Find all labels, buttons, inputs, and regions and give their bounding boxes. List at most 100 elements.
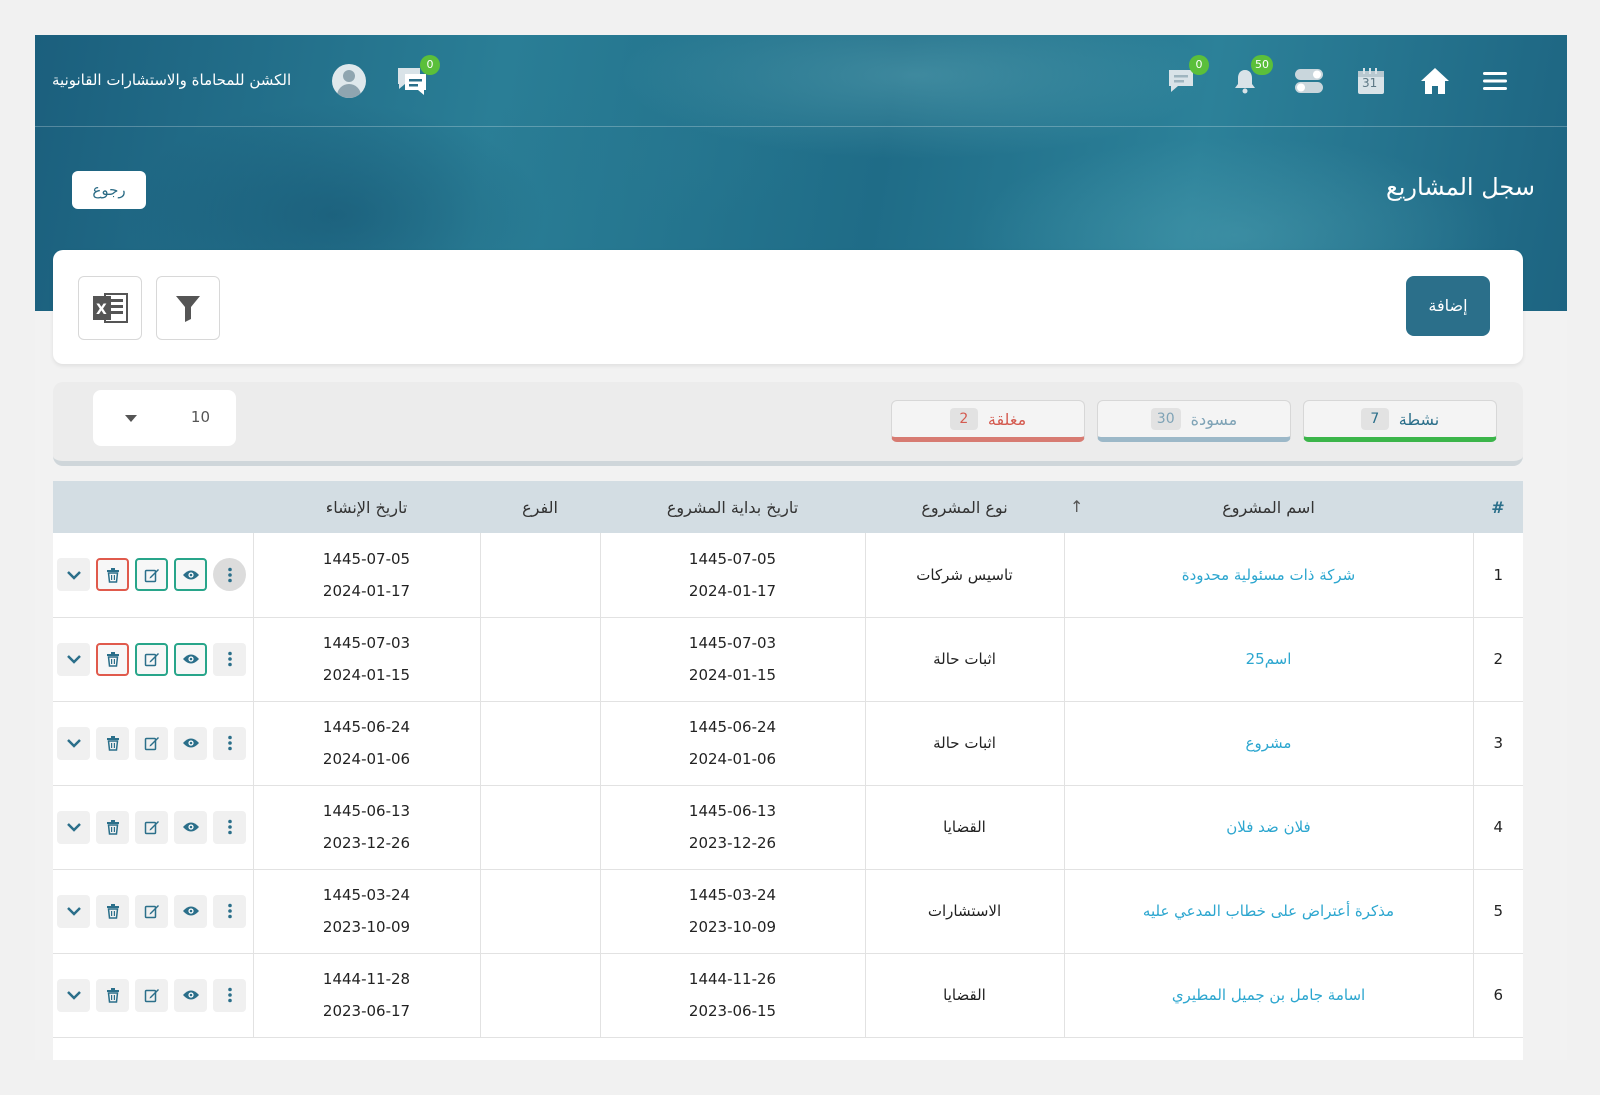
edit-button[interactable] xyxy=(135,558,168,592)
more-options-button[interactable] xyxy=(213,894,246,928)
view-button[interactable] xyxy=(174,810,207,844)
delete-button[interactable] xyxy=(96,642,129,676)
row-actions xyxy=(53,953,253,1037)
excel-export-button[interactable]: X xyxy=(78,276,142,340)
more-options-button[interactable] xyxy=(213,978,246,1012)
project-name-link[interactable]: مشروع xyxy=(1063,701,1473,785)
edit-button[interactable] xyxy=(135,726,168,760)
expand-row-button[interactable] xyxy=(57,978,90,1012)
tab-active[interactable]: نشطة 7 xyxy=(1303,400,1497,442)
col-created-date[interactable]: تاريخ الإنشاء xyxy=(253,481,480,533)
expand-row-button[interactable] xyxy=(57,810,90,844)
col-project-type[interactable]: نوع المشروع xyxy=(865,481,1064,533)
more-options-button[interactable] xyxy=(213,726,246,760)
row-actions xyxy=(53,785,253,869)
expand-row-button[interactable] xyxy=(57,726,90,760)
more-options-button[interactable] xyxy=(213,558,246,592)
trash-icon xyxy=(106,567,119,583)
project-type: الاستشارات xyxy=(864,869,1064,953)
projects-table: # اسم المشروع ↑ نوع المشروع تاريخ بداية … xyxy=(53,481,1523,1060)
branch xyxy=(479,533,600,617)
edit-icon xyxy=(144,821,159,835)
calendar-icon[interactable]: 31 xyxy=(1351,61,1391,101)
edit-button[interactable] xyxy=(135,978,168,1012)
table-row[interactable]: 3 مشروع اثبات حالة 1445-06-24 2024-01-06 … xyxy=(53,701,1523,785)
page-size-select[interactable]: 10 xyxy=(93,390,236,446)
svg-text:X: X xyxy=(96,302,107,318)
row-index: 6 xyxy=(1472,953,1523,1037)
row-actions xyxy=(53,617,253,701)
created-date-gregorian: 2024-01-15 xyxy=(322,666,411,684)
back-button[interactable]: رجوع xyxy=(72,171,146,209)
table-header-row: # اسم المشروع ↑ نوع المشروع تاريخ بداية … xyxy=(53,481,1523,533)
table-row[interactable]: 6 اسامة جامل بن جميل المطيري القضايا 144… xyxy=(53,953,1523,1037)
view-button[interactable] xyxy=(174,726,207,760)
created-date: 1445-06-24 2024-01-06 xyxy=(252,701,480,785)
view-button[interactable] xyxy=(174,978,207,1012)
expand-row-button[interactable] xyxy=(57,642,90,676)
project-name-link[interactable]: اسم25 xyxy=(1063,617,1473,701)
messages-icon[interactable]: 0 xyxy=(1161,55,1209,101)
eye-icon xyxy=(182,570,199,580)
project-name-link[interactable]: فلان ضد فلان xyxy=(1063,785,1473,869)
tab-closed-label: مغلقة xyxy=(987,409,1027,429)
created-date-gregorian: 2024-01-17 xyxy=(322,581,411,600)
start-date-gregorian: 2024-01-06 xyxy=(688,750,777,768)
more-options-button[interactable] xyxy=(213,810,246,844)
expand-row-button[interactable] xyxy=(57,894,90,928)
created-date-hijri: 1445-07-05 xyxy=(322,549,411,568)
eye-icon xyxy=(182,738,199,748)
sort-arrow-icon[interactable]: ↑ xyxy=(1070,497,1083,516)
edit-button[interactable] xyxy=(135,810,168,844)
expand-row-button[interactable] xyxy=(57,558,90,592)
delete-button[interactable] xyxy=(96,894,129,928)
view-button[interactable] xyxy=(174,558,207,592)
created-date: 1445-07-03 2024-01-15 xyxy=(252,617,480,701)
notifications-badge: 50 xyxy=(1251,55,1273,75)
messages-badge: 0 xyxy=(1189,55,1209,75)
app-frame: 31 50 0 0 الكشن للمحاماة والاستشارات الق… xyxy=(35,35,1567,1060)
project-name-link[interactable]: اسامة جامل بن جميل المطيري xyxy=(1063,953,1473,1037)
more-vertical-icon xyxy=(227,819,232,835)
tab-draft-label: مسودة xyxy=(1190,409,1238,429)
user-avatar[interactable] xyxy=(332,64,366,98)
chat-icon[interactable]: 0 xyxy=(392,55,440,101)
home-icon[interactable] xyxy=(1415,61,1455,101)
delete-button[interactable] xyxy=(96,726,129,760)
start-date: 1445-07-05 2024-01-17 xyxy=(599,533,865,617)
created-date-hijri: 1445-06-13 xyxy=(322,802,411,820)
tab-draft[interactable]: مسودة 30 xyxy=(1097,400,1291,442)
table-row[interactable]: 1 شركة ذات مسئولية محدودة تاسيس شركات 14… xyxy=(53,533,1523,617)
col-project-name[interactable]: اسم المشروع ↑ xyxy=(1064,481,1473,533)
start-date: 1445-03-24 2023-10-09 xyxy=(599,869,865,953)
more-options-button[interactable] xyxy=(213,642,246,676)
table-row[interactable]: 2 اسم25 اثبات حالة 1445-07-03 2024-01-15 … xyxy=(53,617,1523,701)
created-date: 1444-11-28 2023-06-17 xyxy=(252,953,480,1037)
col-branch[interactable]: الفرع xyxy=(480,481,600,533)
table-row[interactable]: 4 فلان ضد فلان القضايا 1445-06-13 2023-12… xyxy=(53,785,1523,869)
view-button[interactable] xyxy=(174,894,207,928)
delete-button[interactable] xyxy=(96,978,129,1012)
row-index: 4 xyxy=(1472,785,1523,869)
created-date-hijri: 1444-11-28 xyxy=(322,970,411,988)
project-name-link[interactable]: مذكرة أعتراض على خطاب المدعي عليه xyxy=(1063,869,1473,953)
edit-icon xyxy=(144,568,159,582)
notifications-bell-icon[interactable]: 50 xyxy=(1225,55,1273,101)
add-button[interactable]: إضافة xyxy=(1406,276,1490,336)
filter-button[interactable] xyxy=(156,276,220,340)
edit-button[interactable] xyxy=(135,642,168,676)
eye-icon xyxy=(182,990,199,1000)
delete-button[interactable] xyxy=(96,558,129,592)
col-start-date[interactable]: تاريخ بداية المشروع xyxy=(600,481,865,533)
tab-closed[interactable]: مغلقة 2 xyxy=(891,400,1085,442)
row-index: 1 xyxy=(1472,533,1523,617)
chevron-down-icon xyxy=(66,655,81,664)
menu-icon[interactable] xyxy=(1475,61,1515,101)
start-date-gregorian: 2024-01-15 xyxy=(688,666,777,684)
delete-button[interactable] xyxy=(96,810,129,844)
toggle-settings-icon[interactable] xyxy=(1289,61,1329,101)
table-row[interactable]: 5 مذكرة أعتراض على خطاب المدعي عليه الاس… xyxy=(53,869,1523,953)
project-name-link[interactable]: شركة ذات مسئولية محدودة xyxy=(1063,533,1473,617)
edit-button[interactable] xyxy=(135,894,168,928)
view-button[interactable] xyxy=(174,642,207,676)
